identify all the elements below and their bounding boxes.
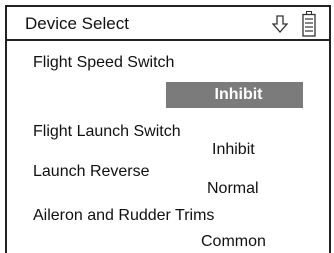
menu-item-flight-launch-switch[interactable]: Flight Launch Switch [33, 122, 181, 141]
menu-item-flight-speed-switch[interactable]: Flight Speed Switch [33, 53, 174, 72]
page-title: Device Select [25, 14, 129, 33]
battery-icon [302, 11, 316, 37]
device-select-screen: Device Select Flight Speed Switch Inhibi… [5, 5, 331, 253]
menu-item-aileron-rudder-trims[interactable]: Aileron and Rudder Trims [33, 206, 214, 225]
flight-launch-switch-value[interactable]: Inhibit [212, 140, 255, 159]
down-arrow-icon[interactable] [272, 14, 288, 34]
menu-item-launch-reverse[interactable]: Launch Reverse [33, 162, 150, 181]
header-bar: Device Select [7, 7, 329, 41]
flight-speed-switch-value[interactable]: Inhibit [166, 82, 303, 108]
aileron-rudder-trims-value[interactable]: Common [201, 232, 266, 251]
launch-reverse-value[interactable]: Normal [207, 179, 259, 198]
